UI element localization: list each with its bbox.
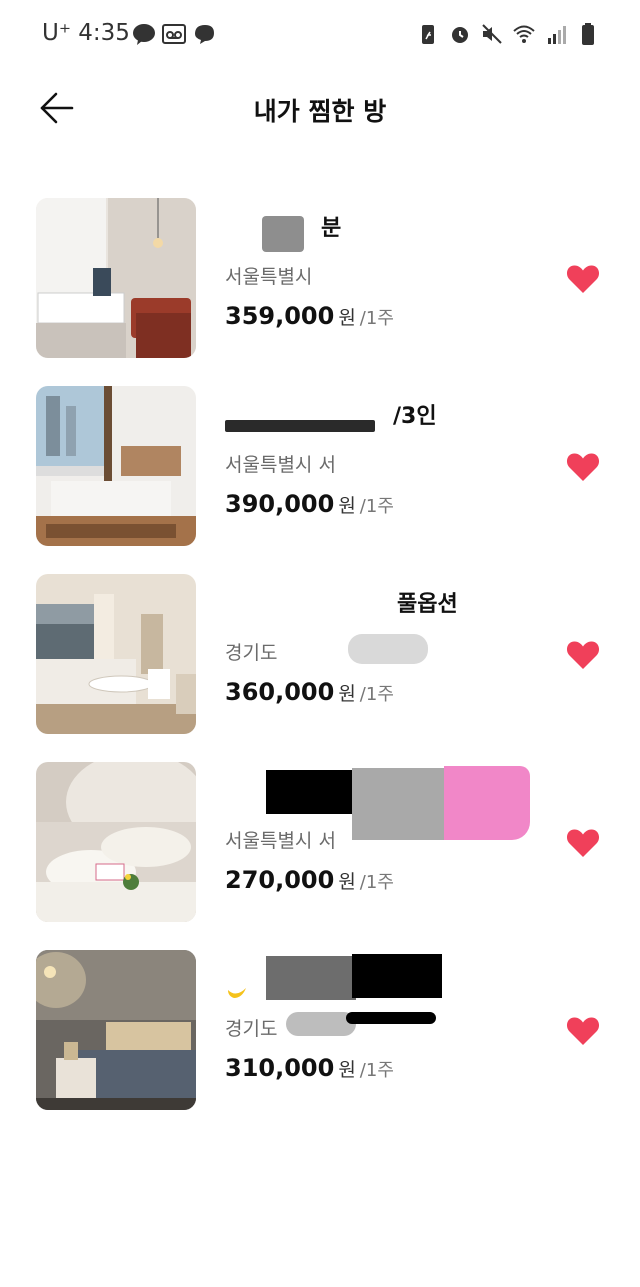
price: 390,000 원/1주 — [225, 490, 394, 518]
heart-icon[interactable] — [566, 640, 600, 670]
price-period: /1주 — [359, 684, 394, 705]
wifi-icon — [513, 25, 535, 43]
list-item[interactable]: 분 서울특별시 359,000 원/1주 — [0, 198, 640, 360]
room-photo[interactable] — [36, 574, 196, 734]
redaction — [266, 770, 354, 814]
talk-icon — [133, 24, 155, 45]
price-currency: 원 — [338, 495, 356, 517]
chat-app-icon — [195, 25, 214, 44]
redaction — [266, 956, 356, 1000]
price: 270,000 원/1주 — [225, 866, 394, 894]
alarm-icon — [452, 27, 468, 43]
price-period: /1주 — [359, 496, 394, 517]
price-period: /1주 — [359, 308, 394, 329]
heart-icon[interactable] — [566, 828, 600, 858]
page-title: 내가 찜한 방 — [253, 97, 387, 126]
price: 359,000 원/1주 — [225, 302, 394, 330]
price-currency: 원 — [338, 1059, 356, 1081]
crescent-moon-icon — [226, 978, 248, 1000]
list-item[interactable]: /3인 서울특별시 서 390,000 원/1주 — [0, 386, 640, 548]
redaction — [262, 216, 304, 252]
list-item[interactable]: 풀옵션 경기도 360,000 원/1주 — [0, 574, 640, 736]
room-address: 서울특별시 서 — [225, 830, 336, 852]
battery-saver-icon — [422, 25, 434, 44]
price: 360,000 원/1주 — [225, 678, 394, 706]
redaction — [225, 420, 375, 432]
price-value: 390,000 — [225, 490, 335, 518]
redaction — [348, 634, 428, 664]
voicemail-icon — [162, 24, 186, 44]
battery-icon — [582, 23, 594, 45]
price-currency: 원 — [338, 683, 356, 705]
mute-icon — [482, 24, 502, 44]
price-period: /1주 — [359, 1060, 394, 1081]
price-currency: 원 — [338, 307, 356, 329]
room-photo[interactable] — [36, 762, 196, 922]
room-address: 서울특별시 서 — [225, 454, 336, 476]
heart-icon[interactable] — [566, 452, 600, 482]
status-bar: U⁺ 4:35 — [0, 0, 640, 70]
list-item[interactable]: 경기도 310,000 원/1주 — [0, 950, 640, 1112]
heart-icon[interactable] — [566, 1016, 600, 1046]
room-address: 서울특별시 — [225, 266, 313, 288]
price-value: 310,000 — [225, 1054, 335, 1082]
room-photo[interactable] — [36, 950, 196, 1110]
redaction — [352, 954, 442, 998]
signal-icon — [548, 26, 566, 44]
price-value: 359,000 — [225, 302, 335, 330]
price: 310,000 원/1주 — [225, 1054, 394, 1082]
price-value: 360,000 — [225, 678, 335, 706]
carrier-time: U⁺ 4:35 — [42, 20, 130, 46]
app-header: 내가 찜한 방 — [0, 70, 640, 150]
room-photo[interactable] — [36, 198, 196, 358]
price-currency: 원 — [338, 871, 356, 893]
price-period: /1주 — [359, 872, 394, 893]
heart-icon[interactable] — [566, 264, 600, 294]
room-title[interactable]: 풀옵션 — [225, 586, 545, 618]
list-item[interactable]: 서울특별시 서 270,000 원/1주 — [0, 762, 640, 924]
redaction — [346, 1012, 436, 1024]
price-value: 270,000 — [225, 866, 335, 894]
room-photo[interactable] — [36, 386, 196, 546]
